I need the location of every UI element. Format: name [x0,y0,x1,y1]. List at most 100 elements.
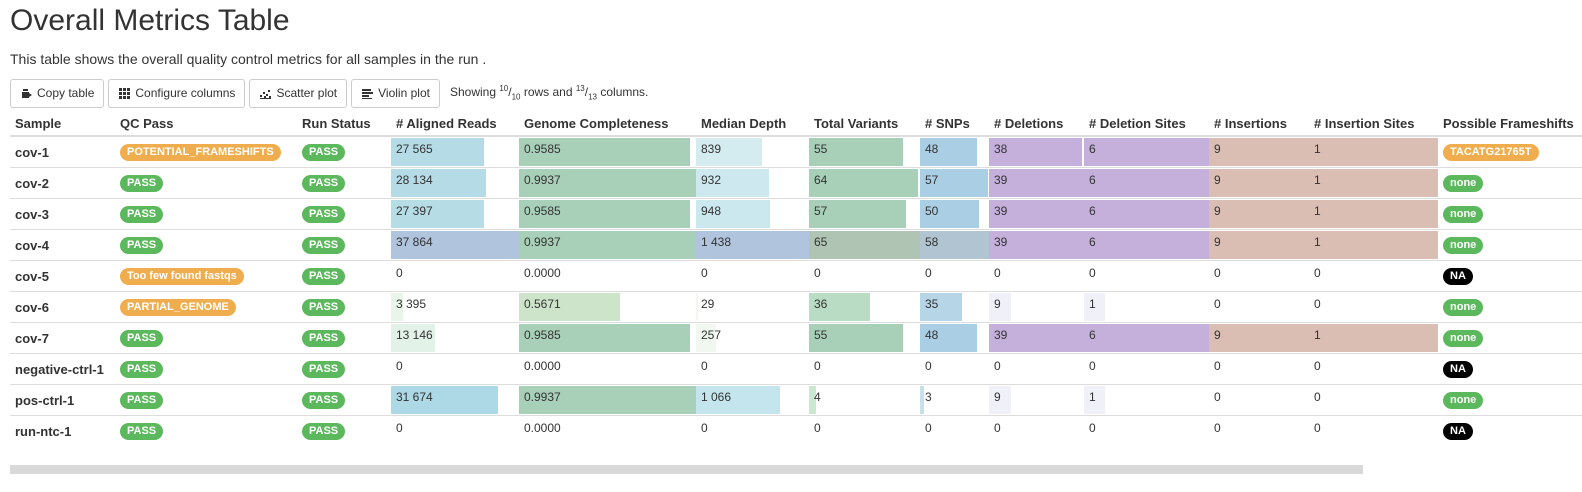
violin-icon [361,87,374,100]
metrics-table-container[interactable]: Sample QC Pass Run Status # Aligned Read… [10,111,1582,462]
qc-pass-cell: PASS [115,353,297,385]
deletion-sites-bar [1084,231,1209,259]
insertions-cell: 0 [1209,260,1309,292]
header-qc-pass[interactable]: QC Pass [115,111,297,137]
header-deletions[interactable]: # Deletions [989,111,1084,137]
total-variants-value: 0 [814,359,821,373]
aligned-reads-cell: 31 674 [391,384,519,416]
qc-pass-badge: PASS [120,329,164,347]
header-insertions[interactable]: # Insertions [1209,111,1309,137]
sample-name: run-ntc-1 [10,415,115,446]
total-variants-cell: 0 [809,415,920,446]
insertion-sites-value: 0 [1314,266,1321,280]
insertions-cell: 9 [1209,198,1309,230]
qc-pass-cell: PASS [115,384,297,416]
run-status-cell: PASS [297,135,391,168]
aligned-reads-value: 0 [396,266,403,280]
sample-name: cov-7 [10,322,115,354]
header-median-depth[interactable]: Median Depth [696,111,809,137]
table-row: cov-6 PARTIAL_GENOME PASS 3 395 0.5671 29 36 35… [10,291,1582,323]
insertions-cell: 9 [1209,322,1309,354]
insertion-sites-cell: 1 [1309,322,1438,354]
insertion-sites-bar [1309,200,1438,228]
median-depth-cell: 0 [696,260,809,292]
aligned-reads-value: 31 674 [396,390,433,404]
insertions-cell: 9 [1209,167,1309,199]
snps-cell: 3 [920,384,989,416]
qc-pass-cell: PASS [115,167,297,199]
snps-value: 58 [925,235,939,249]
run-status-badge: PASS [302,298,346,316]
header-sample[interactable]: Sample [10,111,115,137]
insertions-cell: 0 [1209,415,1309,446]
table-row: pos-ctrl-1 PASS PASS 31 674 0.9937 1 066 4 3 9 1 0… [10,384,1582,416]
configure-columns-button[interactable]: Configure columns [108,78,246,108]
scatter-plot-label: Scatter plot [276,86,338,100]
run-status-cell: PASS [297,167,391,199]
insertions-value: 0 [1214,266,1221,280]
scatter-plot-button[interactable]: Scatter plot [249,78,348,108]
total-variants-cell: 0 [809,260,920,292]
deletion-sites-cell: 6 [1084,229,1209,261]
total-variants-value: 4 [814,390,821,404]
median-depth-value: 0 [701,266,708,280]
header-insertion-sites[interactable]: # Insertion Sites [1309,111,1438,137]
header-aligned-reads[interactable]: # Aligned Reads [391,111,519,137]
aligned-reads-value: 3 395 [396,297,427,311]
header-snps[interactable]: # SNPs [920,111,989,137]
run-status-badge: PASS [302,236,346,254]
insertion-sites-value: 0 [1314,359,1321,373]
deletion-sites-value: 6 [1089,235,1096,249]
total-variants-cell: 55 [809,135,920,168]
run-status-cell: PASS [297,384,391,416]
deletion-sites-cell: 0 [1084,260,1209,292]
header-run-status[interactable]: Run Status [297,111,391,137]
deletion-sites-bar [1084,138,1209,166]
genome-completeness-cell: 0.9937 [519,167,696,199]
aligned-reads-value: 0 [396,359,403,373]
deletion-sites-cell: 1 [1084,291,1209,323]
frameshifts-cell: NA [1438,353,1582,385]
total-variants-value: 57 [814,204,828,218]
insertions-value: 9 [1214,142,1221,156]
snps-value: 35 [925,297,939,311]
scatter-icon [259,87,272,100]
snps-value: 57 [925,173,939,187]
deletion-sites-cell: 6 [1084,322,1209,354]
aligned-reads-cell: 27 397 [391,198,519,230]
frameshifts-badge: none [1443,329,1484,347]
copy-table-button[interactable]: Copy table [10,78,105,108]
horizontal-scrollbar[interactable] [10,465,1363,474]
run-status-badge: PASS [302,205,346,223]
qc-pass-badge: PASS [120,174,164,192]
genome-completeness-value: 0.0000 [524,266,561,280]
showing-rows-columns: Showing 10/10 rows and 13/13 columns. [449,84,649,102]
median-depth-value: 948 [701,204,722,218]
deletions-value: 39 [994,173,1008,187]
header-deletion-sites[interactable]: # Deletion Sites [1084,111,1209,137]
frameshifts-badge: NA [1443,267,1473,285]
aligned-reads-cell: 28 134 [391,167,519,199]
aligned-reads-cell: 0 [391,260,519,292]
genome-completeness-value: 0.9585 [524,142,561,156]
snps-cell: 48 [920,322,989,354]
aligned-reads-value: 27 565 [396,142,433,156]
violin-plot-button[interactable]: Violin plot [351,78,440,108]
header-total-variants[interactable]: Total Variants [809,111,920,137]
table-row: cov-2 PASS PASS 28 134 0.9937 932 64 57 39 6 9 1 non… [10,167,1582,199]
insertions-bar [1209,200,1309,228]
qc-pass-cell: PASS [115,322,297,354]
insertion-sites-value: 0 [1314,390,1321,404]
insertions-value: 0 [1214,359,1221,373]
deletions-cell: 0 [989,353,1084,385]
insertions-value: 0 [1214,421,1221,435]
run-status-cell: PASS [297,291,391,323]
deletions-value: 0 [994,359,1001,373]
header-genome-completeness[interactable]: Genome Completeness [519,111,696,137]
median-depth-value: 257 [701,328,722,342]
header-possible-frameshifts[interactable]: Possible Frameshifts [1438,111,1582,137]
median-depth-cell: 29 [696,291,809,323]
insertion-sites-bar [1309,324,1438,352]
snps-cell: 0 [920,415,989,446]
deletions-value: 0 [994,421,1001,435]
